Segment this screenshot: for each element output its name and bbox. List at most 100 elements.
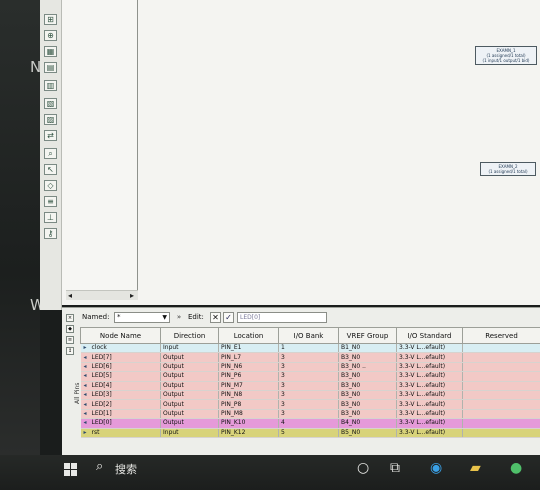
task-view-icon[interactable]: ○ — [357, 460, 369, 476]
snap-icon[interactable]: ⧉ — [390, 460, 400, 476]
cell-standard[interactable]: 3.3-V L...efault) — [396, 409, 463, 420]
cell-vref[interactable]: B3_N0 — [338, 390, 397, 401]
bank-icon[interactable]: ▥ — [44, 80, 57, 91]
cell-vref[interactable]: B1_N0 — [338, 343, 397, 354]
column-header-location[interactable]: Location — [218, 327, 279, 344]
cell-direction[interactable]: Output — [160, 352, 219, 363]
cell-standard[interactable]: 3.3-V L...efault) — [396, 362, 463, 373]
cell-reserved[interactable] — [462, 343, 540, 354]
cell-location[interactable]: PIN_N6 — [218, 362, 279, 373]
search-icon[interactable]: ⌕ — [96, 459, 103, 474]
cell-direction[interactable]: Output — [160, 390, 219, 401]
tag-icon[interactable]: ◇ — [44, 180, 57, 191]
cell-vref[interactable]: B3_N0 .. — [338, 362, 397, 373]
probe-icon[interactable]: ⊥ — [44, 212, 57, 223]
pin-icon[interactable]: ⊞ — [44, 14, 57, 25]
cell-bank[interactable]: 1 — [278, 343, 339, 354]
close-icon[interactable]: × — [66, 314, 74, 322]
column-header-reserved[interactable]: Reserved — [462, 327, 540, 344]
cell-location[interactable]: PIN_P8 — [218, 399, 279, 410]
expand-button[interactable]: » — [173, 312, 185, 323]
windows-start-icon[interactable] — [64, 463, 77, 476]
column-header-node-name[interactable]: Node Name — [80, 327, 161, 344]
table-icon[interactable]: ▤ — [44, 62, 57, 73]
layout-icon[interactable]: ▨ — [44, 114, 57, 125]
cell-location[interactable]: PIN_E1 — [218, 343, 279, 354]
table-row[interactable]: ▸ rst Input PIN_K12 5 B5_N0 3.3-V L...efault) — [80, 428, 540, 438]
cell-location[interactable]: PIN_M7 — [218, 381, 279, 391]
cell-bank[interactable]: 3 — [278, 352, 339, 363]
taskbar-search-label[interactable]: 搜索 — [115, 461, 137, 477]
cell-reserved[interactable] — [462, 381, 540, 391]
cell-location[interactable]: PIN_L7 — [218, 352, 279, 363]
cell-bank[interactable]: 4 — [278, 418, 339, 429]
cell-reserved[interactable] — [462, 390, 540, 401]
cell-node-name[interactable]: ◂ LED[3] — [80, 390, 161, 401]
cell-standard[interactable]: 3.3-V L...efault) — [396, 381, 463, 391]
cell-location[interactable]: PIN_P6 — [218, 371, 279, 382]
list-icon[interactable]: ≡ — [66, 336, 74, 344]
cell-direction[interactable]: Output — [160, 418, 219, 429]
grid-icon[interactable]: ▦ — [44, 46, 57, 57]
cell-bank[interactable]: 3 — [278, 371, 339, 382]
node-symbol[interactable]: EXAMN_2 (1 assigned/1 total) — [480, 162, 536, 176]
ruler-icon[interactable]: ≡ — [44, 196, 57, 207]
horizontal-scrollbar[interactable]: ◂ ▸ — [66, 290, 138, 300]
cell-standard[interactable]: 3.3-V L...efault) — [396, 371, 463, 382]
cell-node-name[interactable]: ◂ LED[5] — [80, 371, 161, 382]
cell-location[interactable]: PIN_K10 — [218, 418, 279, 429]
table-row[interactable]: ◂ LED[2] Output PIN_P8 3 B3_N0 3.3-V L...efaul… — [80, 399, 540, 410]
edit-value-input[interactable]: LED[0] — [237, 312, 327, 323]
scroll-right-icon[interactable]: ▸ — [130, 291, 134, 300]
column-header-io-standard[interactable]: I/O Standard — [396, 327, 463, 344]
scroll-left-icon[interactable]: ◂ — [68, 291, 72, 300]
cell-standard[interactable]: 3.3-V L...efault) — [396, 428, 463, 438]
cell-bank[interactable]: 3 — [278, 399, 339, 410]
cell-bank[interactable]: 3 — [278, 362, 339, 373]
filter-icon[interactable]: ▧ — [44, 98, 57, 109]
cell-direction[interactable]: Input — [160, 343, 219, 354]
cell-location[interactable]: PIN_N8 — [218, 390, 279, 401]
cell-reserved[interactable] — [462, 362, 540, 373]
cell-standard[interactable]: 3.3-V L...efault) — [396, 418, 463, 429]
cell-vref[interactable]: B5_N0 — [338, 428, 397, 438]
cell-reserved[interactable] — [462, 418, 540, 429]
cell-reserved[interactable] — [462, 428, 540, 438]
cell-vref[interactable]: B3_N0 — [338, 352, 397, 363]
column-header-vref-group[interactable]: VREF Group — [338, 327, 397, 344]
table-row[interactable]: ◂ LED[5] Output PIN_P6 3 B3_N0 3.3-V L...efaul… — [80, 371, 540, 382]
cell-reserved[interactable] — [462, 352, 540, 363]
table-row[interactable]: ◂ LED[0] Output PIN_K10 4 B4_N0 3.3-V L...efau… — [80, 418, 540, 429]
pin-planner-canvas[interactable]: ◂ ▸ EXAMN_1 (1 assigned/1 total) (1 inpu… — [62, 0, 540, 305]
filter-icon[interactable]: ◆ — [66, 325, 74, 333]
accept-edit-button[interactable]: ✓ — [223, 312, 234, 323]
chevron-down-icon[interactable]: ▼ — [162, 313, 167, 322]
edge-browser-icon[interactable]: ◉ — [430, 460, 442, 476]
cell-standard[interactable]: 3.3-V L...efault) — [396, 390, 463, 401]
cell-reserved[interactable] — [462, 399, 540, 410]
table-row[interactable]: ◂ LED[7] Output PIN_L7 3 B3_N0 3.3-V L...efaul… — [80, 352, 540, 363]
app-icon[interactable]: ● — [510, 460, 522, 476]
cell-node-name[interactable]: ▸ rst — [80, 428, 161, 438]
table-row[interactable]: ◂ LED[1] Output PIN_M8 3 B3_N0 3.3-V L...efaul… — [80, 409, 540, 420]
cell-direction[interactable]: Output — [160, 362, 219, 373]
cell-location[interactable]: PIN_K12 — [218, 428, 279, 438]
cell-standard[interactable]: 3.3-V L...efault) — [396, 343, 463, 354]
io-icon[interactable]: ⇄ — [44, 130, 57, 141]
cell-direction[interactable]: Output — [160, 371, 219, 382]
cancel-edit-button[interactable]: ✕ — [210, 312, 221, 323]
cell-bank[interactable]: 3 — [278, 390, 339, 401]
cell-node-name[interactable]: ▸ clock — [80, 343, 161, 354]
cell-vref[interactable]: B4_N0 — [338, 418, 397, 429]
cell-vref[interactable]: B3_N0 — [338, 381, 397, 391]
table-row[interactable]: ◂ LED[4] Output PIN_M7 3 B3_N0 3.3-V L...efaul… — [80, 381, 540, 391]
file-explorer-icon[interactable]: ▰ — [470, 460, 481, 476]
zoom-icon[interactable]: ⊕ — [44, 30, 57, 41]
table-row[interactable]: ◂ LED[3] Output PIN_N8 3 B3_N0 3.3-V L...efaul… — [80, 390, 540, 401]
cell-node-name[interactable]: ◂ LED[1] — [80, 409, 161, 420]
cell-reserved[interactable] — [462, 371, 540, 382]
column-header-io-bank[interactable]: I/O Bank — [278, 327, 339, 344]
cell-vref[interactable]: B3_N0 — [338, 371, 397, 382]
cell-bank[interactable]: 3 — [278, 381, 339, 391]
key-icon[interactable]: ⚷ — [44, 228, 57, 239]
